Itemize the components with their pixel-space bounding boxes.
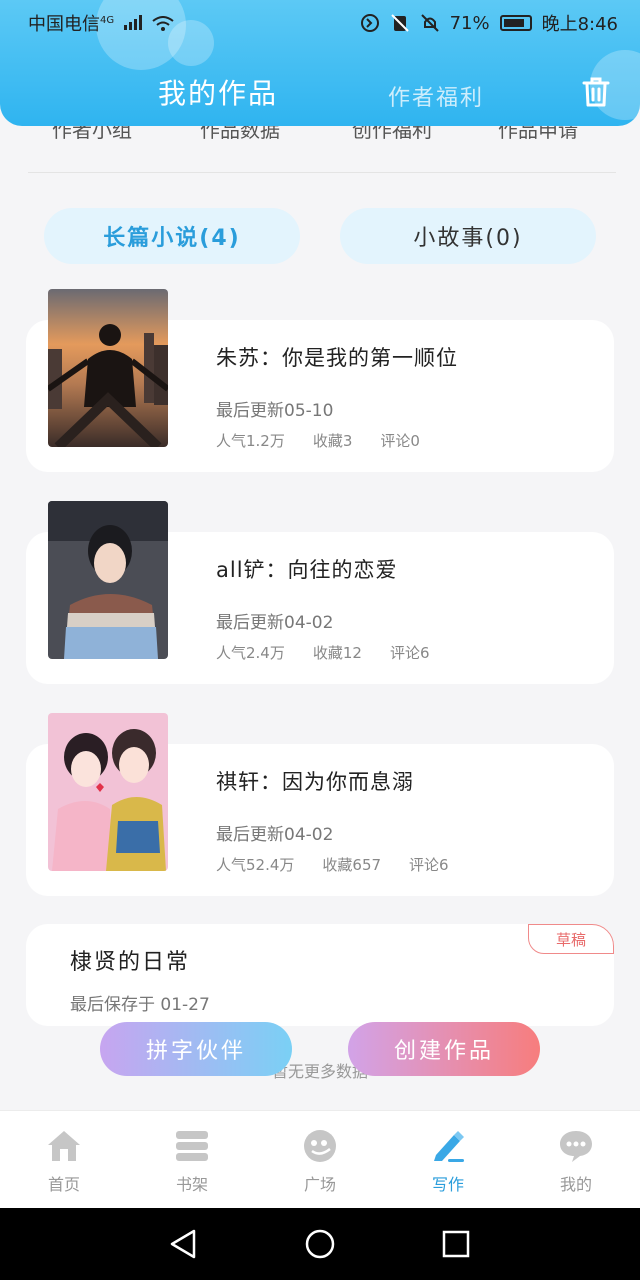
work-updated: 最后更新05-10 [216, 401, 334, 421]
plaza-icon [304, 1130, 336, 1162]
work-updated: 最后更新04-02 [216, 825, 334, 845]
back-icon[interactable] [168, 1228, 198, 1260]
writing-partner-button[interactable]: 拼字伙伴 [100, 1022, 292, 1076]
battery-icon [499, 15, 532, 31]
nav-home[interactable]: 首页 [0, 1111, 128, 1209]
nav-write[interactable]: 写作 [384, 1111, 512, 1209]
popularity-count: 人气52.4万 [216, 856, 295, 874]
nav-mine-label: 我的 [559, 1175, 592, 1194]
favorites-count: 收藏657 [322, 856, 382, 874]
popularity-count: 人气2.4万 [216, 644, 285, 662]
work-stats: 人气1.2万 收藏3 评论0 [216, 430, 448, 451]
header-bar: 中国电信4G 71% 晚上8:46 我的作品 作者福利 [0, 0, 640, 126]
no-sim-icon [390, 14, 409, 32]
draft-badge: 草稿 [528, 924, 614, 954]
data-saver-icon [360, 14, 379, 32]
divider [28, 172, 616, 173]
nav-home-label: 首页 [47, 1175, 80, 1194]
tab-author-benefits[interactable]: 作者福利 [388, 80, 484, 112]
trash-icon[interactable] [580, 76, 612, 108]
carrier-name: 中国电信 [28, 14, 100, 35]
work-title: all铲：向往的恋爱 [216, 558, 398, 582]
wifi-icon [151, 16, 174, 31]
book-cover[interactable] [48, 713, 168, 871]
chat-icon [560, 1131, 592, 1162]
status-icons: 71% 晚上8:46 [360, 10, 618, 36]
network-type: 4G [100, 15, 115, 26]
mute-icon [420, 14, 439, 32]
bookshelf-icon [176, 1131, 208, 1161]
clock: 晚上8:46 [541, 14, 618, 35]
popularity-count: 人气1.2万 [216, 432, 285, 450]
nav-write-label: 写作 [431, 1175, 464, 1194]
nav-bookshelf-label: 书架 [175, 1175, 208, 1194]
battery-percent: 71% [449, 12, 490, 34]
tab-my-works[interactable]: 我的作品 [158, 72, 278, 112]
work-stats: 人气2.4万 收藏12 评论6 [216, 642, 458, 663]
signal-icon [123, 14, 142, 30]
status-bar: 中国电信4G 71% 晚上8:46 [0, 0, 640, 44]
system-navigation-bar [0, 1208, 640, 1280]
book-cover[interactable] [48, 289, 168, 447]
bottom-navigation: 首页 书架 广场 写作 我的 [0, 1110, 640, 1208]
home-icon [48, 1131, 80, 1161]
favorites-count: 收藏3 [312, 432, 353, 450]
work-title: 朱苏：你是我的第一顺位 [216, 346, 458, 370]
home-circle-icon[interactable] [304, 1228, 336, 1260]
nav-plaza[interactable]: 广场 [256, 1111, 384, 1209]
book-cover[interactable] [48, 501, 168, 659]
tab-long-novels[interactable]: 长篇小说(4) [44, 208, 300, 264]
tab-short-stories[interactable]: 小故事(0) [340, 208, 596, 264]
draft-card[interactable]: 棣贤的日常 最后保存于 01-27 草稿 [26, 924, 614, 1026]
nav-bookshelf[interactable]: 书架 [128, 1111, 256, 1209]
create-work-button[interactable]: 创建作品 [348, 1022, 540, 1076]
recents-icon[interactable] [442, 1228, 470, 1260]
favorites-count: 收藏12 [312, 644, 362, 662]
work-stats: 人气52.4万 收藏657 评论6 [216, 854, 477, 875]
nav-mine[interactable]: 我的 [512, 1111, 640, 1209]
comments-count: 评论6 [409, 856, 449, 874]
draft-title: 棣贤的日常 [70, 950, 191, 975]
comments-count: 评论0 [380, 432, 420, 450]
comments-count: 评论6 [389, 644, 430, 662]
write-icon [434, 1131, 464, 1162]
no-more-data: 暂无更多数据 [271, 1062, 368, 1081]
work-title: 祺轩：因为你而息溺 [216, 770, 414, 794]
carrier-label: 中国电信4G [28, 10, 174, 36]
work-updated: 最后更新04-02 [216, 613, 334, 633]
nav-plaza-label: 广场 [303, 1175, 336, 1194]
draft-saved-date: 最后保存于 01-27 [70, 995, 210, 1015]
